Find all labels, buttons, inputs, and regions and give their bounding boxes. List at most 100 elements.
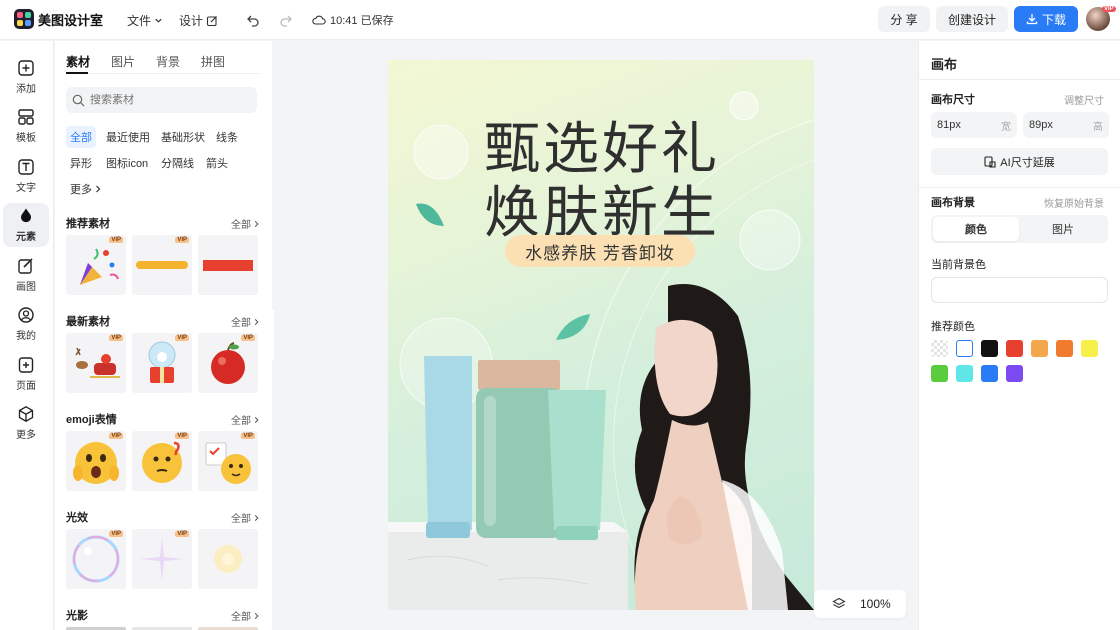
color-swatch[interactable]: [1031, 340, 1048, 357]
section-all-link[interactable]: 全部: [231, 608, 260, 623]
create-design-label: 创建设计: [947, 12, 996, 27]
section-all-link[interactable]: 全部: [231, 412, 260, 427]
section-title: 光影: [66, 610, 88, 622]
undo-button[interactable]: [243, 10, 263, 30]
rail-label: 我的: [16, 331, 36, 342]
tab-collage[interactable]: 拼图: [201, 53, 225, 70]
rail-item-mine[interactable]: 我的: [3, 302, 49, 346]
app-logo[interactable]: 美图设计室: [14, 9, 103, 29]
zoom-level: 100%: [860, 597, 891, 611]
width-unit: 宽: [1001, 121, 1011, 133]
rail-label: 元素: [16, 232, 36, 243]
current-bg-label: 当前背景色: [931, 259, 986, 271]
width-field[interactable]: 81px 宽: [931, 112, 1017, 138]
rail-label: 页面: [16, 381, 36, 392]
asset-thumb-yellow-stroke[interactable]: VIP: [132, 235, 192, 295]
chip-irregular[interactable]: 异形: [66, 152, 96, 174]
asset-thumb-red-bar[interactable]: [198, 235, 258, 295]
rail-label: 画图: [16, 282, 36, 293]
logo-icon: [14, 9, 34, 29]
search-input[interactable]: [90, 94, 240, 106]
bg-type-color[interactable]: 颜色: [933, 217, 1019, 241]
poster-tagline[interactable]: 水感养肤 芳香卸妆: [505, 235, 695, 267]
asset-thumb-party-popper[interactable]: VIP: [66, 235, 126, 295]
rail-item-text[interactable]: 文字: [3, 154, 49, 198]
draw-icon: [18, 258, 33, 274]
redo-button[interactable]: [276, 10, 296, 30]
ai-resize-label: AI尺寸延展: [1000, 156, 1055, 169]
search-box[interactable]: [66, 87, 257, 113]
color-swatch[interactable]: [931, 340, 948, 357]
vip-badge: VIP: [241, 433, 255, 439]
chip-arrows[interactable]: 箭头: [202, 152, 232, 174]
color-swatch[interactable]: [981, 340, 998, 357]
tab-assets[interactable]: 素材: [66, 53, 90, 70]
section-all-label: 全部: [231, 416, 251, 427]
asset-panel: 素材 图片 背景 拼图 全部 最近使用 基础形状 线条 异形 图标icon 分隔…: [55, 41, 272, 630]
tab-images[interactable]: 图片: [111, 53, 135, 70]
chip-basic-shapes[interactable]: 基础形状: [157, 126, 209, 148]
color-swatch[interactable]: [1006, 365, 1023, 382]
color-swatch[interactable]: [1081, 340, 1098, 357]
asset-thumb-sleigh[interactable]: VIP: [66, 333, 126, 393]
section-all-link[interactable]: 全部: [231, 216, 260, 231]
asset-thumb-emoji-checklist[interactable]: VIP: [198, 431, 258, 491]
chip-more[interactable]: 更多: [66, 178, 106, 200]
design-menu[interactable]: 设计: [179, 12, 218, 29]
asset-thumb-emoji-thinking[interactable]: VIP: [132, 431, 192, 491]
undo-icon: [247, 15, 259, 27]
section-title: 光效: [66, 512, 88, 524]
asset-thumb-glow[interactable]: [198, 529, 258, 589]
zoom-control[interactable]: 100%: [814, 590, 906, 618]
rail-label: 添加: [16, 84, 36, 95]
rail-item-add[interactable]: 添加: [3, 55, 49, 99]
section-all-link[interactable]: 全部: [231, 510, 260, 525]
resize-link[interactable]: 调整尺寸: [1064, 92, 1104, 107]
file-menu[interactable]: 文件: [127, 12, 163, 29]
create-design-button[interactable]: 创建设计: [936, 6, 1008, 32]
asset-thumb-snow-globe[interactable]: VIP: [132, 333, 192, 393]
rail-item-elements[interactable]: 元素: [3, 203, 49, 247]
chip-icons[interactable]: 图标icon: [102, 152, 152, 174]
divider: [919, 187, 1120, 188]
share-button[interactable]: 分 享: [878, 6, 930, 32]
color-swatch[interactable]: [981, 365, 998, 382]
user-icon: [18, 307, 34, 323]
chip-dividers[interactable]: 分隔线: [157, 152, 198, 174]
rail-item-pages[interactable]: 页面: [3, 352, 49, 396]
download-button[interactable]: 下载: [1014, 6, 1078, 32]
color-swatch[interactable]: [956, 340, 973, 357]
left-rail: 添加 模板 文字 元素 画图 我的 页面 更多: [0, 41, 54, 630]
asset-thumb-apple[interactable]: VIP: [198, 333, 258, 393]
chevron-right-icon: [254, 514, 259, 521]
asset-thumb-emoji-shocked[interactable]: VIP: [66, 431, 126, 491]
color-swatch[interactable]: [931, 365, 948, 382]
design-canvas[interactable]: 甄选好礼 焕肤新生 水感养肤 芳香卸妆: [388, 60, 814, 610]
current-bg-color-picker[interactable]: [931, 277, 1108, 303]
text-icon: [18, 159, 34, 175]
height-field[interactable]: 89px 高: [1023, 112, 1109, 138]
chip-all[interactable]: 全部: [66, 126, 96, 148]
width-value: 81px: [937, 119, 961, 131]
rail-item-draw[interactable]: 画图: [3, 253, 49, 297]
color-swatch[interactable]: [956, 365, 973, 382]
color-swatch[interactable]: [1056, 340, 1073, 357]
restore-bg-link[interactable]: 恢复原始背景: [1044, 195, 1104, 210]
panel-title: 画布: [931, 57, 958, 72]
recommend-colors-label: 推荐颜色: [931, 321, 975, 333]
template-icon: [18, 109, 34, 125]
rail-item-more[interactable]: 更多: [3, 401, 49, 445]
canvas-size-label: 画布尺寸: [931, 94, 975, 106]
section-all-link[interactable]: 全部: [231, 314, 260, 329]
app-name: 美图设计室: [38, 12, 104, 28]
tab-backgrounds[interactable]: 背景: [156, 53, 180, 70]
color-swatch[interactable]: [1006, 340, 1023, 357]
chip-recent[interactable]: 最近使用: [102, 126, 154, 148]
rail-item-templates[interactable]: 模板: [3, 104, 49, 148]
chip-lines[interactable]: 线条: [212, 126, 242, 148]
ai-resize-button[interactable]: AI尺寸延展: [931, 148, 1108, 175]
asset-thumb-sparkle[interactable]: VIP: [132, 529, 192, 589]
vip-badge: VIP: [109, 433, 123, 439]
bg-type-image[interactable]: 图片: [1020, 217, 1106, 241]
asset-thumb-bubble[interactable]: VIP: [66, 529, 126, 589]
